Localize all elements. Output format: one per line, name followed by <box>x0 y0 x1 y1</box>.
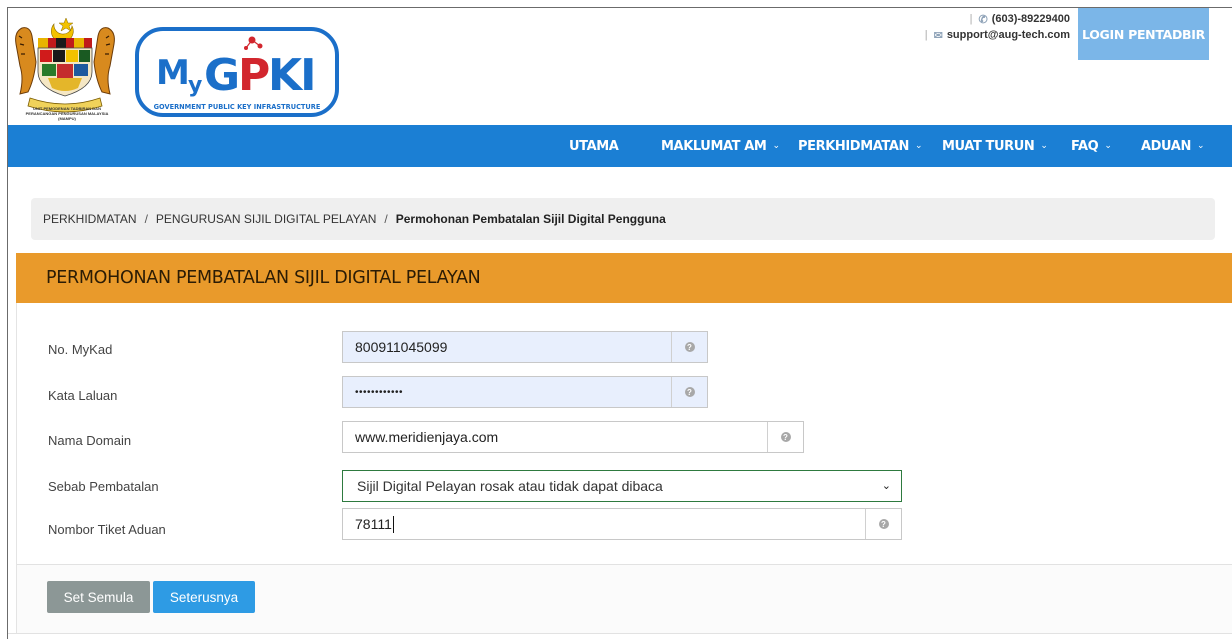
page-frame: UNIT PEMODENAN TADBIRAN DAN PERANCANGAN … <box>7 7 1232 639</box>
contact-info: | ✆ (603)-89229400 | ✉ support@aug-tech.… <box>900 11 1070 43</box>
mykad-input[interactable]: 800911045099 <box>343 332 671 362</box>
breadcrumb-item-perkhidmatan[interactable]: PERKHIDMATAN <box>43 212 137 226</box>
reason-selected-value: Sijil Digital Pelayan rosak atau tidak d… <box>357 478 663 494</box>
domain-help-button[interactable]: ? <box>767 422 803 452</box>
breadcrumb-separator: / <box>144 212 148 226</box>
chevron-down-icon: ⌄ <box>915 141 923 151</box>
domain-field[interactable]: www.meridienjaya.com ? <box>342 421 804 453</box>
panel-bottom-border <box>8 633 1232 634</box>
svg-text:G: G <box>204 50 238 101</box>
text-cursor <box>392 515 394 533</box>
chevron-down-icon: ⌄ <box>772 141 780 151</box>
reason-select[interactable]: Sijil Digital Pelayan rosak atau tidak d… <box>342 470 902 502</box>
nav-item-label: ADUAN <box>1141 138 1191 154</box>
coat-of-arms-icon[interactable] <box>10 14 120 118</box>
ticket-field[interactable]: 78111 ? <box>342 508 902 540</box>
reason-label: Sebab Pembatalan <box>48 479 159 494</box>
separator: | <box>924 29 928 41</box>
svg-text:P: P <box>238 50 269 101</box>
chevron-down-icon: ⌄ <box>1104 141 1112 151</box>
help-icon: ? <box>878 519 889 529</box>
envelope-icon: ✉ <box>933 29 943 42</box>
breadcrumb-current: Permohonan Pembatalan Sijil Digital Peng… <box>395 212 666 226</box>
svg-text:KI: KI <box>268 50 314 101</box>
domain-label: Nama Domain <box>48 433 132 448</box>
nav-item-faq[interactable]: FAQ ⌄ <box>1071 125 1112 167</box>
phone-number[interactable]: (603)-89229400 <box>992 13 1070 25</box>
chevron-down-icon: ⌄ <box>1040 141 1048 151</box>
help-icon: ? <box>780 432 791 442</box>
panel-title: PERMOHONAN PEMBATALAN SIJIL DIGITAL PELA… <box>16 253 1232 303</box>
phone-icon: ✆ <box>978 13 988 26</box>
login-admin-button[interactable]: LOGIN PENTADBIR <box>1078 8 1209 60</box>
site-header: UNIT PEMODENAN TADBIRAN DAN PERANCANGAN … <box>8 8 1232 125</box>
breadcrumb-item-pengurusan[interactable]: PENGURUSAN SIJIL DIGITAL PELAYAN <box>156 212 377 226</box>
nav-item-label: MUAT TURUN <box>942 138 1035 154</box>
breadcrumb-separator: / <box>384 212 388 226</box>
domain-input[interactable]: www.meridienjaya.com <box>343 422 767 452</box>
svg-text:M: M <box>156 53 188 93</box>
next-button[interactable]: Seterusnya <box>153 581 255 613</box>
password-input[interactable]: •••••••••••• <box>343 377 671 407</box>
svg-text:y: y <box>188 73 202 98</box>
nav-item-utama[interactable]: UTAMA <box>569 125 619 167</box>
reset-button[interactable]: Set Semula <box>47 581 150 613</box>
separator: | <box>969 13 973 25</box>
nav-item-label: FAQ <box>1071 138 1099 154</box>
nav-item-maklumat-am[interactable]: MAKLUMAT AM ⌄ <box>661 125 780 167</box>
password-help-button[interactable]: ? <box>671 377 707 407</box>
nav-item-label: MAKLUMAT AM <box>661 138 767 154</box>
help-icon: ? <box>684 342 695 352</box>
crest-caption: UNIT PEMODENAN TADBIRAN DAN PERANCANGAN … <box>8 106 126 121</box>
mykad-label: No. MyKad <box>48 342 113 357</box>
contact-email-row: | ✉ support@aug-tech.com <box>900 27 1070 43</box>
logo-subtitle: GOVERNMENT PUBLIC KEY INFRASTRUCTURE <box>154 103 321 111</box>
nav-item-aduan[interactable]: ADUAN ⌄ <box>1141 125 1205 167</box>
panel-title-text: PERMOHONAN PEMBATALAN SIJIL DIGITAL PELA… <box>46 268 481 288</box>
mykad-help-button[interactable]: ? <box>671 332 707 362</box>
chevron-down-icon: ⌄ <box>881 480 891 492</box>
nav-item-label: UTAMA <box>569 138 619 154</box>
mygpki-logo[interactable]: M y G P KI GOVERNMENT PUBLIC KEY INFRAST… <box>134 26 340 118</box>
contact-phone-row: | ✆ (603)-89229400 <box>900 11 1070 27</box>
password-label: Kata Laluan <box>48 388 118 403</box>
chevron-down-icon: ⌄ <box>1196 141 1205 151</box>
nav-item-perkhidmatan[interactable]: PERKHIDMATAN ⌄ <box>798 125 923 167</box>
crest-caption-line: (MAMPU) <box>58 116 76 121</box>
password-field[interactable]: •••••••••••• ? <box>342 376 708 408</box>
ticket-input[interactable]: 78111 <box>343 509 865 539</box>
mykad-field[interactable]: 800911045099 ? <box>342 331 708 363</box>
breadcrumb: PERKHIDMATAN / PENGURUSAN SIJIL DIGITAL … <box>31 198 1215 240</box>
ticket-help-button[interactable]: ? <box>865 509 901 539</box>
main-nav: UTAMA MAKLUMAT AM ⌄ PERKHIDMATAN ⌄ MUAT … <box>8 125 1232 167</box>
ticket-label: Nombor Tiket Aduan <box>48 522 166 537</box>
nav-item-label: PERKHIDMATAN <box>798 138 909 154</box>
support-email[interactable]: support@aug-tech.com <box>947 29 1070 41</box>
ticket-value: 78111 <box>355 516 392 532</box>
nav-item-muat-turun[interactable]: MUAT TURUN ⌄ <box>942 125 1048 167</box>
help-icon: ? <box>684 387 695 397</box>
